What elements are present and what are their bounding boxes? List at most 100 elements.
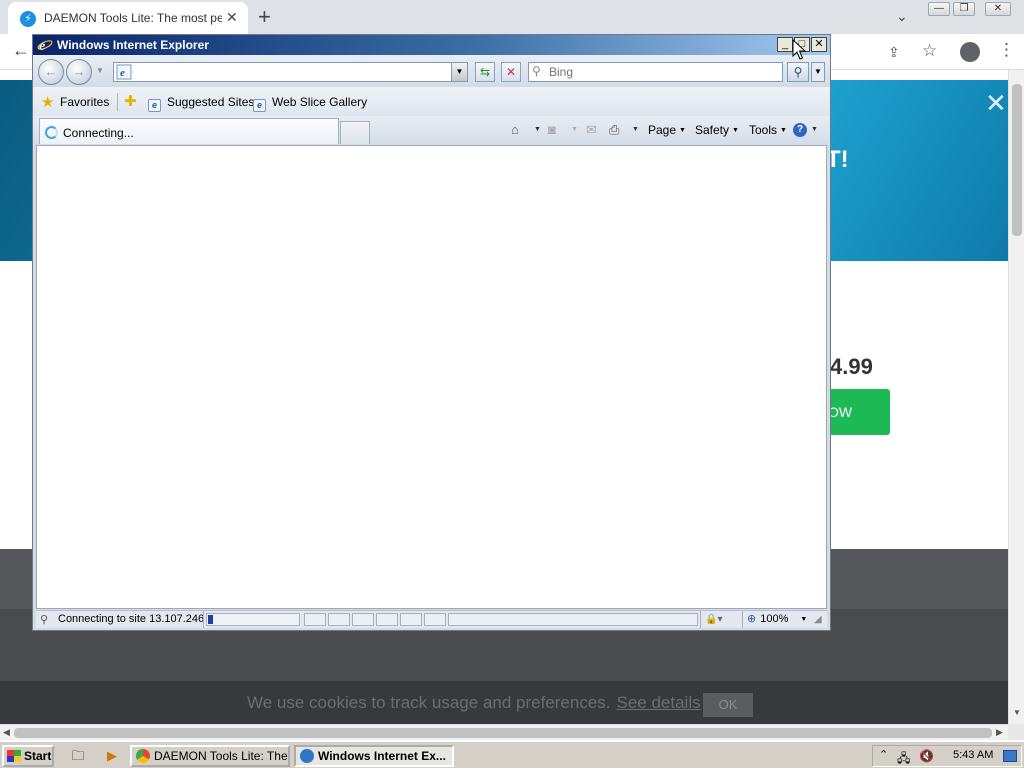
chevron-down-icon: ▼: [780, 127, 787, 134]
tray-expand-icon[interactable]: ⌃: [879, 748, 888, 761]
bookmark-star-icon[interactable]: ☆: [922, 41, 937, 61]
ie-content-area[interactable]: [36, 145, 827, 609]
status-pane: [304, 613, 326, 626]
ie-page-icon: e: [148, 99, 161, 112]
kebab-menu-icon[interactable]: ⋮: [998, 40, 1015, 60]
add-to-favorites-icon[interactable]: ✚: [124, 92, 137, 110]
help-icon[interactable]: ?: [793, 123, 807, 137]
favorites-star-icon[interactable]: ★: [41, 93, 54, 111]
zoom-control[interactable]: ⊕ 100% ▼: [742, 611, 812, 628]
start-label: Start: [24, 749, 52, 763]
feeds-dropdown-icon[interactable]: ▼: [571, 126, 578, 133]
ie-search-input[interactable]: [549, 64, 779, 80]
read-mail-icon[interactable]: ✉: [586, 122, 597, 138]
ie-address-input[interactable]: [134, 64, 448, 80]
favorites-item-suggested-sites[interactable]: e Suggested Sites: [148, 95, 254, 112]
safety-menu-button[interactable]: Safety ▼: [695, 123, 739, 137]
status-pane: [448, 613, 698, 626]
chrome-tab[interactable]: ⚡ DAEMON Tools Lite: The most personaliz…: [8, 2, 248, 34]
ie-window: e Windows Internet Explorer _ □ ✕ ← → ▼ …: [32, 34, 831, 631]
ie-tab[interactable]: Connecting...: [39, 118, 339, 144]
ie-titlebar[interactable]: e Windows Internet Explorer _ □ ✕: [33, 35, 830, 55]
feeds-icon[interactable]: ◙: [548, 122, 556, 137]
home-dropdown-icon[interactable]: ▼: [534, 126, 541, 133]
favorites-item-web-slice-gallery[interactable]: e Web Slice Gallery: [253, 95, 367, 112]
profile-avatar-icon[interactable]: [960, 42, 980, 62]
clock[interactable]: 5:43 AM: [953, 749, 993, 761]
chrome-tab-strip: ⚡ DAEMON Tools Lite: The most personaliz…: [0, 0, 1024, 34]
ie-command-bar: Connecting... ⌂ ▼ ◙ ▼ ✉ ⎙ ▼ Page ▼ Safety…: [33, 116, 830, 144]
ie-tab-label: Connecting...: [63, 126, 134, 140]
media-player-icon[interactable]: ▶: [104, 748, 120, 764]
chrome-minimize-button[interactable]: —: [928, 2, 950, 16]
security-zone-icon[interactable]: 🔒▾: [700, 611, 740, 628]
chevron-down-icon: ▼: [800, 616, 808, 623]
back-arrow-icon[interactable]: ←: [12, 40, 30, 61]
tools-menu-button[interactable]: Tools ▼: [749, 123, 787, 137]
task-label: Windows Internet Ex...: [318, 749, 446, 763]
print-icon[interactable]: ⎙: [609, 122, 619, 138]
vertical-scroll-thumb[interactable]: [1012, 84, 1022, 236]
ie-forward-icon[interactable]: →: [66, 59, 92, 85]
zoom-icon: ⊕: [747, 613, 757, 625]
explorer-folder-icon[interactable]: 🗀: [70, 748, 86, 764]
search-options-dropdown-icon[interactable]: ▼: [811, 62, 825, 82]
start-button[interactable]: Start: [2, 745, 54, 767]
ie-logo-icon: e: [37, 39, 53, 53]
cookie-text: We use cookies to track usage and prefer…: [247, 693, 611, 712]
print-dropdown-icon[interactable]: ▼: [632, 126, 639, 133]
svg-text:e: e: [120, 67, 125, 79]
page-menu-label: Page: [648, 123, 677, 137]
scroll-left-icon[interactable]: ◀: [3, 727, 10, 738]
scroll-right-icon[interactable]: ▶: [996, 727, 1003, 738]
vertical-scrollbar[interactable]: ▼: [1008, 70, 1024, 724]
horizontal-scroll-thumb[interactable]: [14, 728, 992, 738]
chrome-close-button[interactable]: ✕: [985, 2, 1011, 16]
ie-search-box[interactable]: ⚲: [528, 62, 783, 82]
mouse-cursor-icon: [792, 39, 806, 60]
ie-new-tab-button[interactable]: [340, 121, 370, 144]
chevron-down-icon: ▼: [732, 127, 739, 134]
ie-progress-bar: [206, 613, 300, 626]
share-icon[interactable]: ⇪: [888, 44, 900, 61]
cookie-details-link[interactable]: See details: [617, 693, 701, 712]
price-label: 4.99: [830, 354, 873, 379]
show-desktop-icon[interactable]: [1003, 750, 1017, 762]
new-tab-button[interactable]: +: [258, 4, 271, 30]
ie-refresh-icon[interactable]: ⇆: [475, 62, 495, 82]
resize-grip-icon[interactable]: ◢: [814, 614, 822, 625]
search-icon: ⚲: [532, 64, 541, 78]
favorites-button[interactable]: Favorites: [60, 95, 109, 109]
page-menu-button[interactable]: Page ▼: [648, 123, 686, 137]
system-tray: ⌃ 🖧 🔇 5:43 AM: [872, 745, 1022, 767]
ie-search-button-icon[interactable]: ⚲: [787, 62, 809, 82]
home-icon[interactable]: ⌂: [511, 122, 519, 137]
ie-address-bar[interactable]: e ▼: [113, 62, 468, 82]
chrome-restore-button[interactable]: ❐: [953, 2, 975, 16]
tab-search-icon[interactable]: ⌄: [896, 8, 908, 25]
ie-logo-icon: [300, 749, 314, 763]
cookie-ok-button[interactable]: OK: [703, 693, 753, 717]
ie-close-button[interactable]: ✕: [811, 37, 827, 52]
volume-muted-icon[interactable]: 🔇: [919, 749, 934, 763]
ie-history-dropdown-icon[interactable]: ▼: [96, 66, 104, 75]
ie-stop-icon[interactable]: ✕: [501, 62, 521, 82]
network-icon[interactable]: 🖧: [897, 749, 910, 768]
horizontal-scrollbar[interactable]: ◀ ▶: [0, 724, 1008, 740]
task-chrome[interactable]: DAEMON Tools Lite: The ...: [130, 745, 290, 767]
banner-close-icon[interactable]: ✕: [985, 88, 1007, 119]
tools-menu-label: Tools: [749, 123, 778, 137]
task-internet-explorer[interactable]: Windows Internet Ex...: [294, 745, 454, 767]
close-tab-icon[interactable]: ✕: [226, 9, 238, 26]
taskbar: Start 🗀 ▶ DAEMON Tools Lite: The ... Win…: [0, 740, 1024, 768]
status-pane: [376, 613, 398, 626]
status-pane: [352, 613, 374, 626]
scroll-down-icon[interactable]: ▼: [1013, 708, 1021, 717]
svg-text:e: e: [39, 39, 45, 53]
loading-spinner-icon: [45, 126, 58, 139]
ie-status-bar: ⚲ Connecting to site 13.107.246 🔒▾ ⊕ 100%…: [36, 610, 827, 628]
ie-minimize-button[interactable]: _: [777, 37, 793, 52]
help-dropdown-icon[interactable]: ▼: [811, 126, 818, 133]
address-dropdown-icon[interactable]: ▼: [451, 63, 467, 81]
ie-back-icon[interactable]: ←: [38, 59, 64, 85]
